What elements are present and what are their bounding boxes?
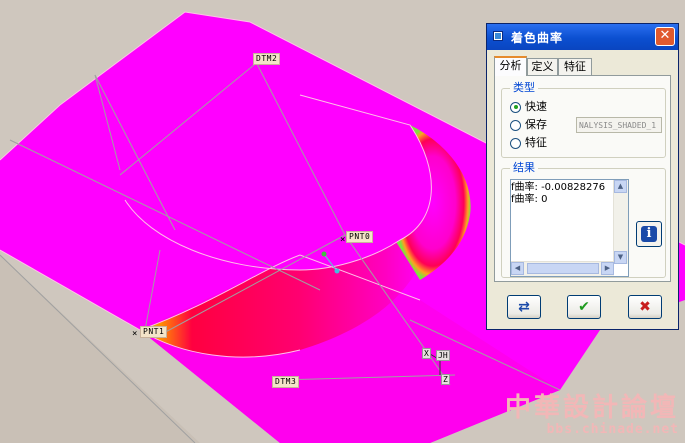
- type-group-label: 类型: [510, 81, 538, 95]
- cancel-icon: ✖: [639, 299, 651, 315]
- close-icon: ✕: [659, 28, 671, 43]
- radio-feature-indicator[interactable]: [510, 137, 521, 149]
- result-line: f曲率: -0.00828276: [511, 182, 606, 193]
- window-icon: [493, 31, 503, 41]
- radio-feature[interactable]: 特征: [510, 135, 547, 151]
- scroll-down-icon[interactable]: ▼: [614, 251, 627, 264]
- results-group: 结果 f曲率: -0.00828276 f曲率: 0 ▲ ▼ ◀ ▶ i: [501, 161, 666, 278]
- pnt1-marker: ×: [132, 329, 137, 339]
- repeat-button[interactable]: ⇄: [507, 295, 541, 319]
- close-button[interactable]: ✕: [655, 27, 675, 46]
- radio-quick-label: 快速: [525, 100, 547, 113]
- point-marker-a: [321, 251, 327, 257]
- radio-save[interactable]: 保存: [510, 117, 547, 133]
- repeat-icon: ⇄: [518, 299, 530, 315]
- pnt0-marker: ×: [340, 235, 345, 245]
- info-icon: i: [641, 226, 657, 242]
- datum-label-dtm3[interactable]: DTM3: [272, 376, 300, 388]
- datum-label-dtm2[interactable]: DTM2: [253, 53, 281, 65]
- result-line: f曲率: 0: [511, 194, 548, 205]
- radio-save-label: 保存: [525, 118, 547, 131]
- dialog-titlebar[interactable]: 着色曲率 ✕: [487, 24, 678, 50]
- radio-save-indicator[interactable]: [510, 119, 521, 131]
- scroll-right-icon[interactable]: ▶: [601, 262, 614, 275]
- datum-label-pnt1[interactable]: PNT1: [140, 326, 168, 338]
- point-marker-b: [334, 268, 340, 274]
- tab-feature[interactable]: 特征: [558, 58, 592, 75]
- checkmark-icon: ✔: [578, 299, 590, 315]
- type-group: 类型 快速 保存 特征 NALYSIS_SHADED_1: [501, 81, 666, 158]
- datum-label-pnt0[interactable]: PNT0: [346, 231, 374, 243]
- shaded-curvature-dialog: 着色曲率 ✕ 分析 定义 特征 类型 快速 保存 特征 NALYSIS_SHAD…: [486, 23, 679, 330]
- tab-panel-analysis: 类型 快速 保存 特征 NALYSIS_SHADED_1 结果 f曲率: -0.…: [494, 75, 671, 282]
- tab-analysis[interactable]: 分析: [494, 56, 527, 76]
- radio-quick[interactable]: 快速: [510, 99, 547, 115]
- cancel-button[interactable]: ✖: [628, 295, 662, 319]
- scroll-thumb[interactable]: [527, 263, 599, 274]
- tab-definition[interactable]: 定义: [527, 58, 558, 75]
- horizontal-scrollbar[interactable]: ◀ ▶: [511, 261, 614, 276]
- watermark: 中華設計論壇 bbs.chinade.net: [505, 394, 679, 437]
- results-list[interactable]: f曲率: -0.00828276 f曲率: 0 ▲ ▼ ◀ ▶: [510, 179, 629, 277]
- dialog-title: 着色曲率: [511, 31, 564, 45]
- coord-label-y: JH: [436, 350, 450, 361]
- coord-label-x: X: [422, 348, 431, 359]
- ok-button[interactable]: ✔: [567, 295, 601, 319]
- info-button[interactable]: i: [636, 221, 662, 247]
- scroll-up-icon[interactable]: ▲: [614, 180, 627, 193]
- radio-quick-indicator[interactable]: [510, 101, 521, 113]
- radio-feature-label: 特征: [525, 136, 547, 149]
- results-group-label: 结果: [510, 161, 538, 175]
- watermark-title: 中華設計論壇: [504, 393, 679, 423]
- save-name-field[interactable]: NALYSIS_SHADED_1: [576, 117, 662, 133]
- vertical-scrollbar[interactable]: ▲ ▼: [613, 180, 628, 264]
- watermark-url: bbs.chinade.net: [546, 422, 679, 437]
- coord-label-z: Z: [441, 374, 450, 385]
- scroll-left-icon[interactable]: ◀: [511, 262, 524, 275]
